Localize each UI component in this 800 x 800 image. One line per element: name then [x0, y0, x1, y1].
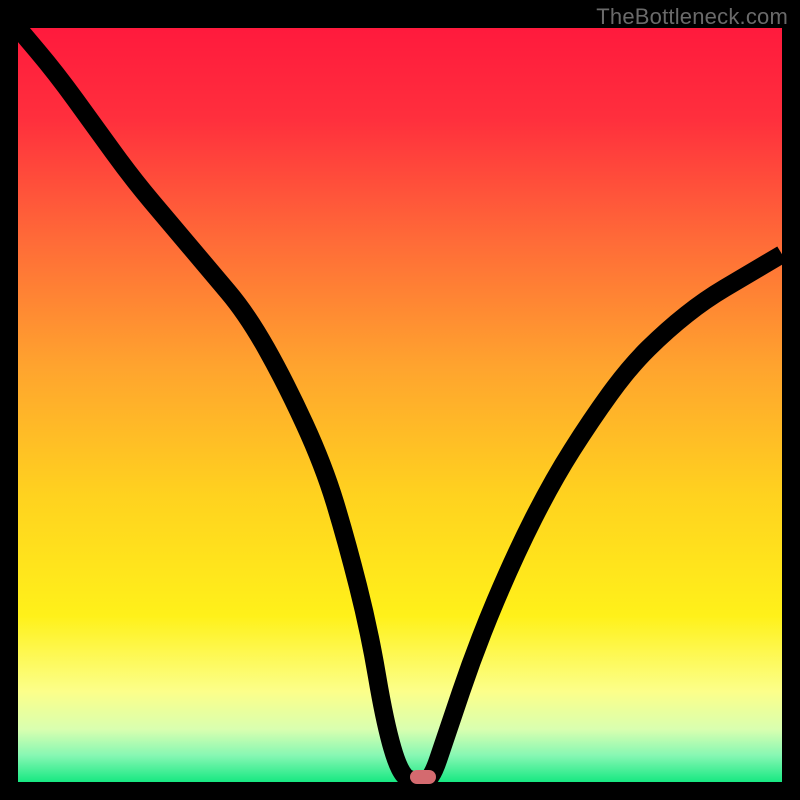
chart-frame: TheBottleneck.com — [0, 0, 800, 800]
minimum-marker — [410, 770, 436, 784]
plot-area — [18, 28, 782, 782]
watermark-text: TheBottleneck.com — [596, 4, 788, 30]
bottleneck-curve — [18, 28, 782, 782]
